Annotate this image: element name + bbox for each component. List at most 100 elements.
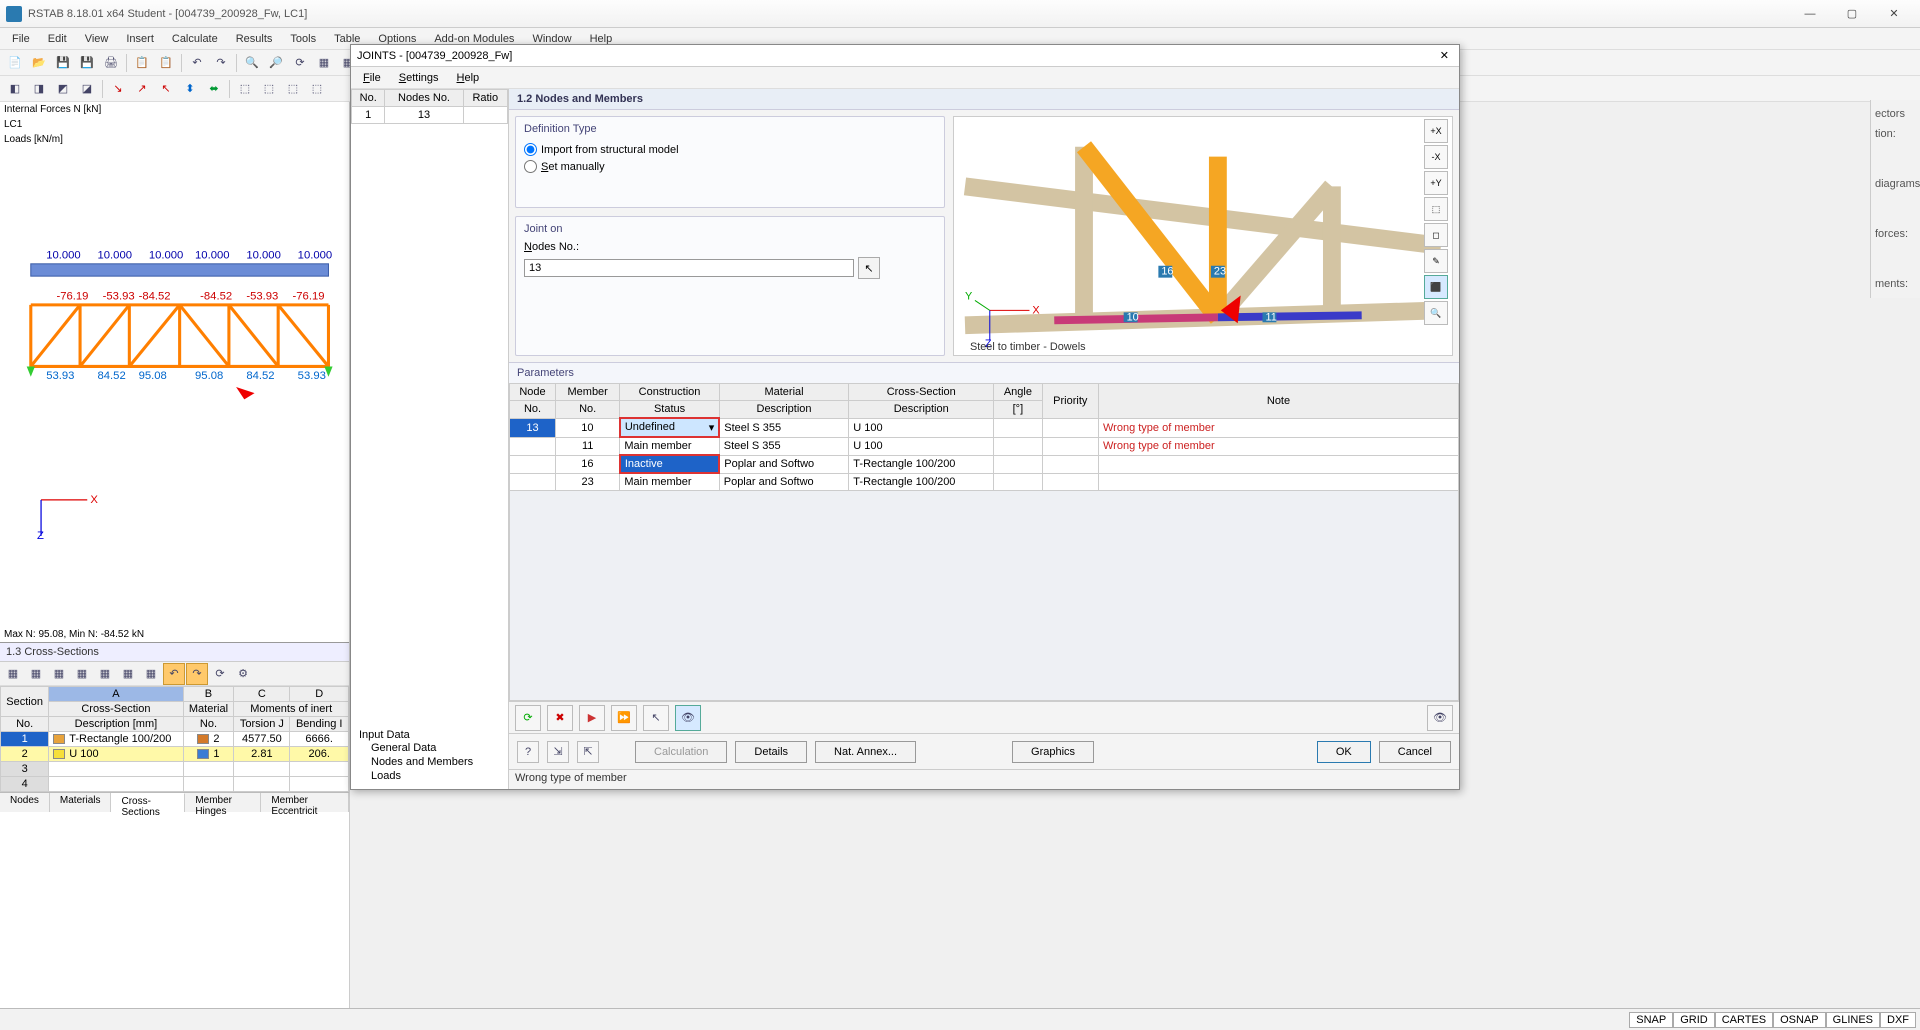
help-icon[interactable]: ? xyxy=(517,741,539,763)
close-button[interactable]: ✕ xyxy=(1874,4,1914,24)
tbtn-b[interactable]: ◨ xyxy=(28,78,50,100)
export-icon[interactable]: ⇲ xyxy=(547,741,569,763)
details-button[interactable]: Details xyxy=(735,741,807,763)
undo-icon[interactable]: ↶ xyxy=(186,52,208,74)
tbtn-misc-1[interactable]: ▦ xyxy=(313,52,335,74)
tree-nodes-members[interactable]: Nodes and Members xyxy=(359,755,500,769)
ct-btn-11[interactable]: ⚙ xyxy=(232,663,254,685)
radio-import[interactable]: Import from structural model xyxy=(524,141,936,158)
pv-view-x[interactable]: +X xyxy=(1424,119,1448,143)
redo-icon[interactable]: ↷ xyxy=(210,52,232,74)
ct-btn-3[interactable]: ▦ xyxy=(48,663,70,685)
pv-cube[interactable]: ⬛ xyxy=(1424,275,1448,299)
maximize-button[interactable]: ▢ xyxy=(1832,4,1872,24)
cancel-button[interactable]: Cancel xyxy=(1379,741,1451,763)
graphics-button[interactable]: Graphics xyxy=(1012,741,1094,763)
tbtn-m[interactable]: ⬚ xyxy=(306,78,328,100)
calculation-button[interactable]: Calculation xyxy=(635,741,727,763)
status-grid[interactable]: GRID xyxy=(1673,1012,1715,1028)
menu-edit[interactable]: Edit xyxy=(40,31,75,47)
ct-btn-2[interactable]: ▦ xyxy=(25,663,47,685)
new-icon[interactable]: 📄 xyxy=(4,52,26,74)
dlg-menu-file[interactable]: File xyxy=(355,70,389,86)
tbtn-k[interactable]: ⬚ xyxy=(258,78,280,100)
status-snap[interactable]: SNAP xyxy=(1629,1012,1673,1028)
tab-cross-sections[interactable]: Cross-Sections xyxy=(111,793,185,812)
tree-root[interactable]: Input Data xyxy=(359,729,500,741)
pt-eye-icon[interactable]: 👁 xyxy=(675,705,701,731)
pv-view-top[interactable]: ◻ xyxy=(1424,223,1448,247)
ct-btn-6[interactable]: ▦ xyxy=(117,663,139,685)
dlg-menu-settings[interactable]: Settings xyxy=(391,70,447,86)
tab-member-hinges[interactable]: Member Hinges xyxy=(185,793,261,812)
tree-general-data[interactable]: General Data xyxy=(359,741,500,755)
tab-nodes[interactable]: Nodes xyxy=(0,793,50,812)
tbtn-c[interactable]: ◩ xyxy=(52,78,74,100)
pt-refresh-icon[interactable]: ⟳ xyxy=(515,705,541,731)
menu-results[interactable]: Results xyxy=(228,31,281,47)
tree-loads[interactable]: Loads xyxy=(359,769,500,783)
pv-view-iso[interactable]: ⬚ xyxy=(1424,197,1448,221)
tbtn-i[interactable]: ⬌ xyxy=(203,78,225,100)
ct-btn-5[interactable]: ▦ xyxy=(94,663,116,685)
pv-view-y[interactable]: +Y xyxy=(1424,171,1448,195)
tbtn-g[interactable]: ↖ xyxy=(155,78,177,100)
tbtn-j[interactable]: ⬚ xyxy=(234,78,256,100)
print-icon[interactable]: 🖨 xyxy=(100,52,122,74)
tbtn-e[interactable]: ↘ xyxy=(107,78,129,100)
tbtn-f[interactable]: ↗ xyxy=(131,78,153,100)
copy-icon[interactable]: 📋 xyxy=(131,52,153,74)
saveall-icon[interactable]: 💾 xyxy=(76,52,98,74)
ct-btn-4[interactable]: ▦ xyxy=(71,663,93,685)
ct-btn-1[interactable]: ▦ xyxy=(2,663,24,685)
status-dxf[interactable]: DXF xyxy=(1880,1012,1916,1028)
menu-tools[interactable]: Tools xyxy=(282,31,324,47)
diagram-area[interactable]: X Z 10.000 10.000 10.000 10.000 10.000 1… xyxy=(0,147,349,627)
radio-manual[interactable]: Set manually xyxy=(524,158,936,175)
tbtn-h[interactable]: ⬍ xyxy=(179,78,201,100)
pt-fwd-icon[interactable]: ⏩ xyxy=(611,705,637,731)
ct-btn-8[interactable]: ↶ xyxy=(163,663,185,685)
zoom-icon[interactable]: 🔍 xyxy=(241,52,263,74)
nat-annex-button[interactable]: Nat. Annex... xyxy=(815,741,916,763)
pt-delete-icon[interactable]: ✖ xyxy=(547,705,573,731)
import-icon[interactable]: ⇱ xyxy=(577,741,599,763)
dlg-menu-help[interactable]: Help xyxy=(449,70,488,86)
menu-file[interactable]: File xyxy=(4,31,38,47)
ok-button[interactable]: OK xyxy=(1317,741,1371,763)
menu-calculate[interactable]: Calculate xyxy=(164,31,226,47)
cross-table[interactable]: Section A B C D Cross-Section Material M… xyxy=(0,686,349,792)
status-glines[interactable]: GLINES xyxy=(1826,1012,1880,1028)
menu-view[interactable]: View xyxy=(77,31,117,47)
radio-manual-input[interactable] xyxy=(524,160,537,173)
tab-materials[interactable]: Materials xyxy=(50,793,112,812)
parameters-table[interactable]: Node Member Construction Material Cross-… xyxy=(509,383,1459,491)
status-osnap[interactable]: OSNAP xyxy=(1773,1012,1826,1028)
pv-zoom[interactable]: 🔍 xyxy=(1424,301,1448,325)
open-icon[interactable]: 📂 xyxy=(28,52,50,74)
pv-view-mx[interactable]: -X xyxy=(1424,145,1448,169)
radio-import-input[interactable] xyxy=(524,143,537,156)
menu-insert[interactable]: Insert xyxy=(118,31,162,47)
minimize-button[interactable]: — xyxy=(1790,4,1830,24)
pt-pick-icon[interactable]: ↖ xyxy=(643,705,669,731)
pv-edit[interactable]: ✎ xyxy=(1424,249,1448,273)
dlg-mini-table[interactable]: No. Nodes No. Ratio 1 13 xyxy=(351,89,508,124)
ct-btn-7[interactable]: ▦ xyxy=(140,663,162,685)
paste-icon[interactable]: 📋 xyxy=(155,52,177,74)
status-cartes[interactable]: CARTES xyxy=(1715,1012,1773,1028)
status-dropdown[interactable]: Undefined▾ xyxy=(620,418,719,437)
tbtn-l[interactable]: ⬚ xyxy=(282,78,304,100)
nodes-input[interactable] xyxy=(524,259,854,277)
preview-3d[interactable]: 16 23 10 11 X Z Y Steel to xyxy=(953,116,1453,356)
ct-btn-9[interactable]: ↷ xyxy=(186,663,208,685)
pt-next-icon[interactable]: ▶ xyxy=(579,705,605,731)
refresh-icon[interactable]: ⟳ xyxy=(289,52,311,74)
tbtn-d[interactable]: ◪ xyxy=(76,78,98,100)
find-icon[interactable]: 🔎 xyxy=(265,52,287,74)
status-dropdown-option[interactable]: Inactive xyxy=(620,455,719,473)
pick-node-button[interactable]: ↖ xyxy=(858,257,880,279)
save-icon[interactable]: 💾 xyxy=(52,52,74,74)
tab-member-ecc[interactable]: Member Eccentricit xyxy=(261,793,349,812)
tbtn-a[interactable]: ◧ xyxy=(4,78,26,100)
